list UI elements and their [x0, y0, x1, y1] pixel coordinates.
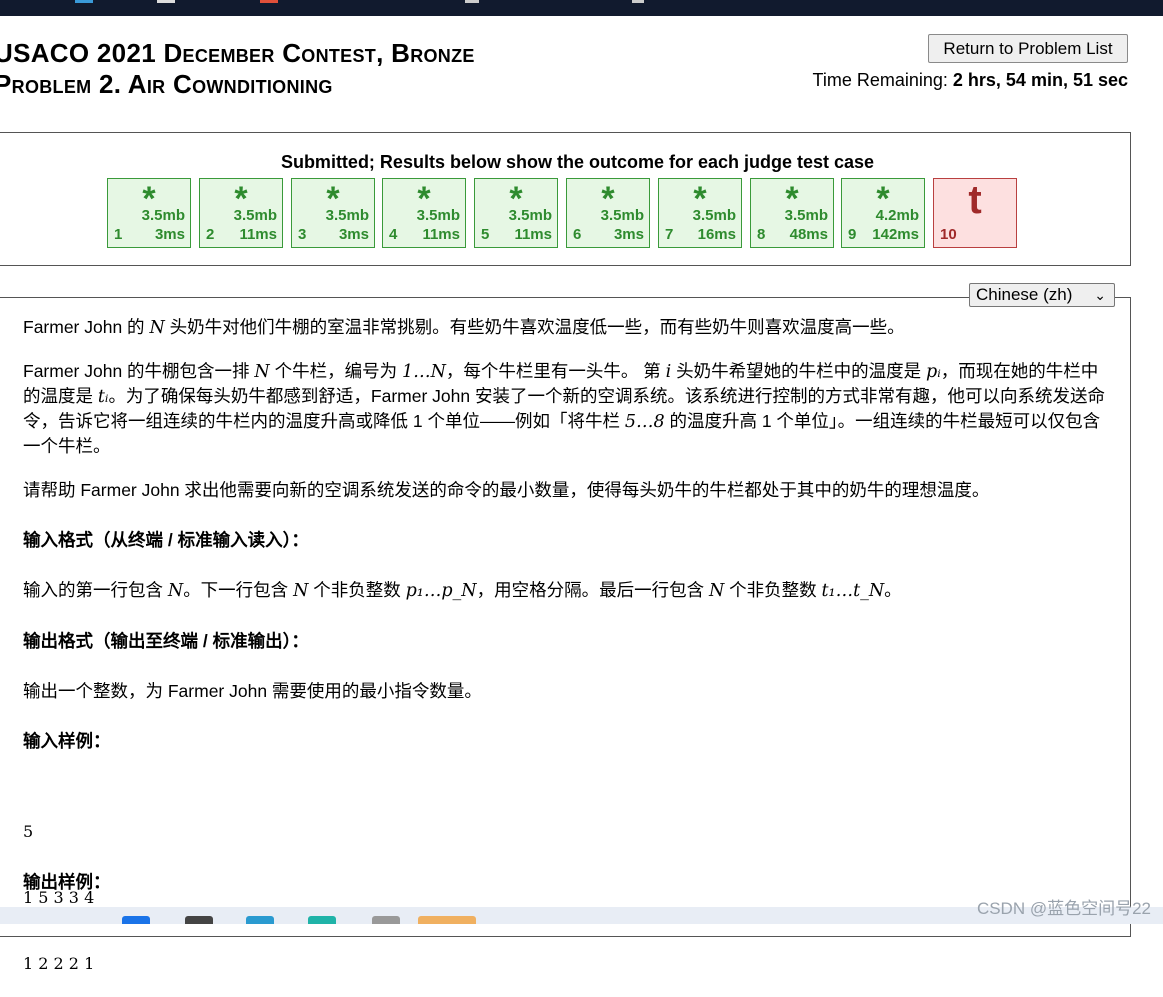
test-case-memory: 3.5mb: [784, 207, 828, 224]
taskbar-app-icon[interactable]: [308, 916, 336, 924]
text: Farmer John 的: [23, 317, 150, 337]
test-case-8: * 3.5mb 8 48ms: [750, 178, 834, 248]
test-case-time: 11ms: [422, 226, 460, 243]
output-format-heading: 输出格式（输出至终端 / 标准输出）：: [23, 631, 309, 651]
math: N: [167, 581, 184, 601]
test-case-2: * 3.5mb 2 11ms: [199, 178, 283, 248]
math: N: [149, 318, 165, 338]
input-format-heading: 输入格式（从终端 / 标准输入读入）：: [23, 530, 309, 550]
output-format-paragraph: 输出一个整数，为 Farmer John 需要使用的最小指令数量。: [23, 681, 482, 701]
text: 。下一行包含: [183, 580, 294, 600]
sample-output-heading: 输出样例：: [23, 872, 111, 892]
test-case-time: 11ms: [514, 226, 552, 243]
time-label: Time Remaining:: [812, 70, 953, 90]
text: 个非负整数: [308, 580, 406, 600]
browser-top-bar: [0, 0, 1163, 16]
contest-title: USACO 2021 December Contest, Bronze: [0, 38, 475, 68]
test-case-1: * 3.5mb 1 3ms: [107, 178, 191, 248]
time-remaining: Time Remaining: 2 hrs, 54 min, 51 sec: [813, 70, 1129, 91]
text: 头奶牛希望她的牛栏中的温度是: [671, 361, 926, 381]
test-case-memory: 3.5mb: [692, 207, 736, 224]
test-case-number: 8: [757, 226, 766, 243]
test-case-time: 3ms: [154, 226, 185, 243]
test-case-7: * 3.5mb 7 16ms: [658, 178, 742, 248]
app-icon[interactable]: [632, 0, 644, 3]
timeout-icon: t: [968, 178, 982, 222]
test-case-number: 2: [206, 226, 215, 243]
app-icon[interactable]: [465, 0, 479, 3]
problem-paragraph-1: Farmer John 的 N 头奶牛对他们牛棚的室温非常挑剔。有些奶牛喜欢温度…: [23, 315, 1113, 340]
test-case-time: 11ms: [239, 226, 277, 243]
test-case-number: 7: [665, 226, 674, 243]
test-case-10: t 10: [933, 178, 1017, 248]
math: 1…N: [401, 362, 446, 382]
input-format-paragraph: 输入的第一行包含 N。下一行包含 N 个非负整数 p₁…p_N，用空格分隔。最后…: [23, 578, 1113, 603]
language-select[interactable]: Chinese (zh) ⌄: [969, 283, 1115, 307]
sample-input-line: 5: [23, 822, 34, 841]
test-case-time: 3ms: [613, 226, 644, 243]
test-case-3: * 3.5mb 3 3ms: [291, 178, 375, 248]
app-icon[interactable]: [75, 0, 93, 3]
results-title: Submitted; Results below show the outcom…: [280, 152, 875, 172]
test-case-memory: 3.5mb: [600, 207, 644, 224]
test-case-number: 6: [573, 226, 582, 243]
test-case-time: 16ms: [697, 226, 736, 243]
time-value: 2 hrs, 54 min, 51 sec: [952, 70, 1128, 90]
math: t₁…t_N: [821, 581, 885, 601]
language-selected: Chinese (zh): [976, 285, 1073, 304]
taskbar-app-icon[interactable]: [122, 916, 150, 924]
test-case-memory: 3.5mb: [508, 207, 552, 224]
taskbar-app-icon[interactable]: [246, 916, 274, 924]
math: p₁…p_N: [405, 581, 477, 601]
test-case-6: * 3.5mb 6 3ms: [566, 178, 650, 248]
test-case-time: 48ms: [789, 226, 828, 243]
sample-input-heading: 输入样例：: [23, 731, 111, 751]
test-case-number: 4: [389, 226, 398, 243]
test-case-memory: 3.5mb: [325, 207, 369, 224]
math: N: [708, 581, 725, 601]
test-case-memory: 3.5mb: [416, 207, 460, 224]
test-case-number: 3: [298, 226, 307, 243]
text: Farmer John 的牛棚包含一排: [23, 361, 255, 381]
problem-title: Problem 2. Air Cownditioning: [0, 69, 333, 99]
return-to-problem-list-button[interactable]: Return to Problem List: [928, 34, 1128, 63]
test-case-time: 142ms: [872, 226, 919, 243]
problem-paragraph-3: 请帮助 Farmer John 求出他需要向新的空调系统发送的命令的最小数量，使…: [23, 480, 990, 500]
text: 个非负整数: [724, 580, 822, 600]
test-case-number: 9: [848, 226, 857, 243]
test-case-number: 5: [481, 226, 490, 243]
test-case-9: * 4.2mb 9 142ms: [841, 178, 925, 248]
test-case-number: 10: [940, 226, 957, 243]
test-case-5: * 3.5mb 5 11ms: [474, 178, 558, 248]
taskbar-app-icon[interactable]: [418, 916, 476, 924]
math: N: [254, 362, 270, 382]
watermark: CSDN @蓝色空间号22: [976, 899, 1151, 918]
app-icon[interactable]: [157, 0, 175, 3]
text: ，每个牛栏里有一头牛。 第: [445, 361, 666, 381]
taskbar-app-icon[interactable]: [372, 916, 400, 924]
math: N: [293, 581, 309, 601]
problem-paragraph-2: Farmer John 的牛棚包含一排 N 个牛栏，编号为 1…N，每个牛栏里有…: [23, 359, 1113, 458]
test-case-memory: 3.5mb: [141, 207, 185, 224]
text: ，用空格分隔。最后一行包含: [476, 580, 709, 600]
math: 5…8: [624, 412, 665, 432]
text: 头奶牛对他们牛棚的室温非常挑剔。有些奶牛喜欢温度低一些，而有些奶牛则喜欢温度高一…: [164, 317, 905, 337]
text: 输入的第一行包含: [23, 580, 168, 600]
text: 。: [884, 580, 902, 600]
page-title: USACO 2021 December Contest, Bronze Prob…: [0, 38, 694, 100]
taskbar-app-icon[interactable]: [185, 916, 213, 924]
app-icon[interactable]: [260, 0, 278, 3]
math: tᵢ: [97, 387, 109, 407]
test-case-time: 3ms: [338, 226, 369, 243]
test-case-number: 1: [114, 226, 123, 243]
test-case-memory: 4.2mb: [875, 207, 919, 224]
test-case-4: * 3.5mb 4 11ms: [382, 178, 466, 248]
text: 个牛栏，编号为: [269, 361, 402, 381]
math: pᵢ: [926, 362, 941, 382]
chevron-down-icon: ⌄: [1094, 287, 1106, 303]
test-case-memory: 3.5mb: [233, 207, 277, 224]
sample-input-line: 1 2 2 2 1: [23, 954, 95, 973]
